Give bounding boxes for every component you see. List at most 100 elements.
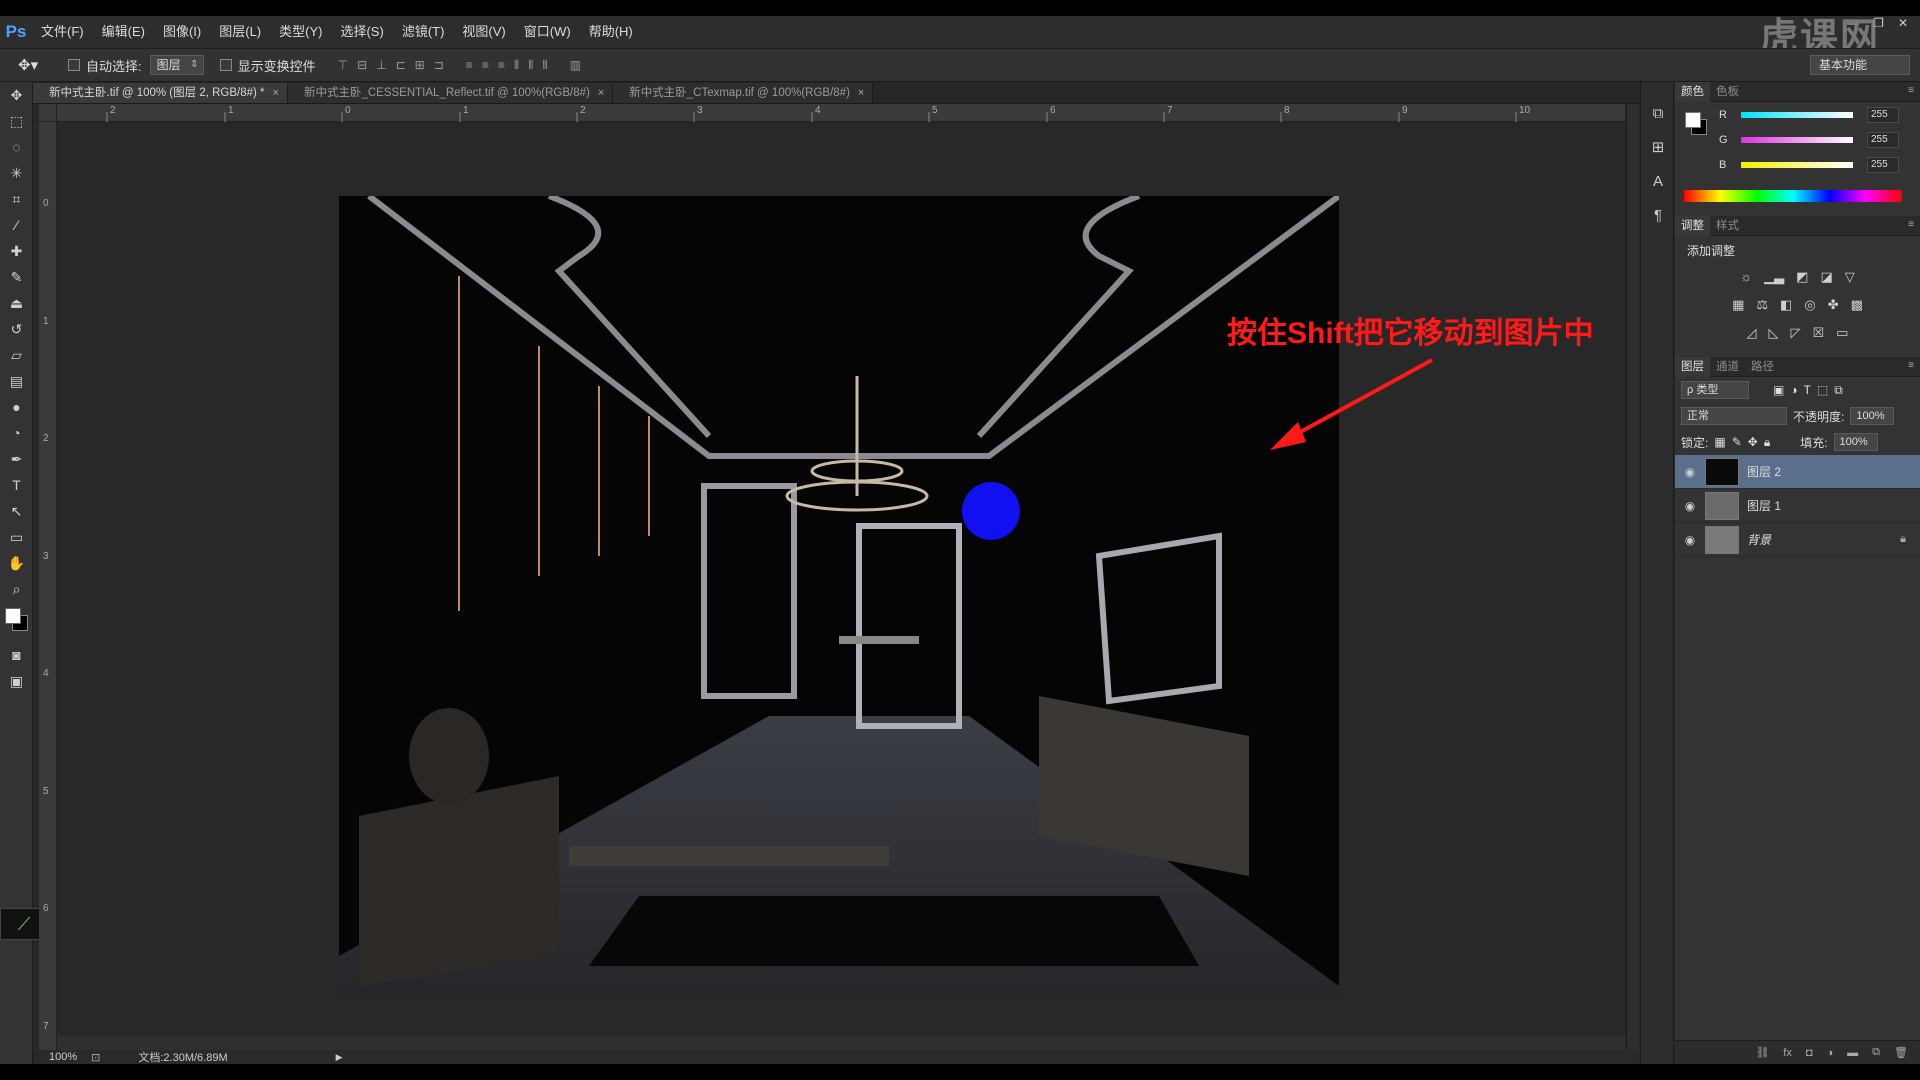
gradient-tool-icon[interactable]: ▤ [0,368,33,394]
close-icon[interactable]: ✕ [1898,16,1908,30]
tab-layers[interactable]: 图层 [1675,356,1710,377]
distribute-vcenter-icon[interactable]: ≡ [482,58,489,73]
eye-icon[interactable]: ◉ [1675,533,1705,547]
color-swatches[interactable] [0,602,33,642]
lock-position-icon[interactable]: ✥ [1748,435,1758,449]
channel-r-value[interactable]: 255 [1867,106,1899,123]
threshold-icon[interactable]: ◸ [1791,325,1801,341]
restore-icon[interactable]: ❐ [1873,16,1884,30]
distribute-bottom-icon[interactable]: ≡ [498,58,505,73]
auto-select-dropdown[interactable]: 图层 [149,55,204,75]
tab-document-texmap[interactable]: 新中式主卧_CTexmap.tif @ 100%(RGB/8#) × [613,83,874,103]
layer-row[interactable]: ◉ 图层 1 [1675,489,1920,523]
filter-pixel-icon[interactable]: ▣ [1773,383,1784,397]
distribute-top-icon[interactable]: ≡ [466,58,473,73]
tab-paths[interactable]: 路径 [1745,357,1780,377]
link-layers-icon[interactable]: ⛓ [1755,1046,1769,1059]
new-layer-icon[interactable]: ⧉ [1872,1046,1880,1059]
status-menu-icon[interactable]: ▶ [336,1052,343,1063]
color-lookup-icon[interactable]: ▩ [1851,297,1863,313]
move-tool-icon[interactable]: ✥ [0,82,33,108]
menu-file[interactable]: 文件(F) [32,16,93,48]
dodge-tool-icon[interactable]: ◔ [0,420,33,446]
gradient-map-icon[interactable]: ▭ [1836,325,1848,341]
exposure-icon[interactable]: ◪ [1820,269,1832,285]
distribute-left-icon[interactable]: ⦀ [514,58,519,73]
eraser-tool-icon[interactable]: ▱ [0,342,33,368]
history-brush-icon[interactable]: ↺ [0,316,33,342]
export-icon[interactable]: ⊡ [91,1051,100,1064]
quick-mask-icon[interactable]: ◙ [0,642,33,668]
eye-icon[interactable]: ◉ [1675,499,1705,513]
tab-color[interactable]: 颜色 [1675,81,1710,102]
menu-edit[interactable]: 编辑(E) [93,16,154,48]
brightness-icon[interactable]: ☼ [1740,269,1752,285]
history-panel-icon[interactable]: ⧉ [1641,96,1675,130]
lock-pixels-icon[interactable]: ✎ [1732,435,1742,449]
properties-panel-icon[interactable]: ⊞ [1641,130,1675,164]
minimize-icon[interactable]: — [1847,16,1859,30]
brush-tool-icon[interactable]: ✎ [0,264,33,290]
marquee-tool-icon[interactable]: ⬚ [0,108,33,134]
filter-adjust-icon[interactable]: ◑ [1790,383,1797,397]
tab-adjustments[interactable]: 调整 [1675,215,1710,236]
vibrance-icon[interactable]: ▽ [1845,269,1855,285]
panel-fg-swatch[interactable] [1685,112,1701,128]
lasso-tool-icon[interactable]: ◌ [0,134,33,160]
type-tool-icon[interactable]: T [0,472,33,498]
align-left-icon[interactable]: ⊏ [396,58,406,72]
tab-styles[interactable]: 样式 [1710,216,1745,236]
opacity-field[interactable]: 100% [1850,407,1895,425]
filter-shape-icon[interactable]: ⬚ [1817,383,1828,397]
fx-icon[interactable]: fx [1783,1047,1792,1059]
panel-menu-icon[interactable]: ≡ [1908,219,1914,230]
menu-window[interactable]: 窗口(W) [515,16,580,48]
channel-g-slider[interactable] [1741,136,1853,143]
tab-document-main[interactable]: 新中式主卧.tif @ 100% (图层 2, RGB/8#) * × [33,83,288,103]
auto-select-checkbox[interactable] [68,59,80,71]
close-icon[interactable]: × [598,83,604,103]
magic-wand-icon[interactable]: ✳ [0,160,33,186]
distribute-hcenter-icon[interactable]: ⦀ [528,58,533,73]
horizontal-scrollbar[interactable] [57,1036,1625,1050]
eye-icon[interactable]: ◉ [1675,465,1705,479]
invert-icon[interactable]: ◿ [1747,325,1757,341]
document-image[interactable] [339,196,1339,999]
paragraph-panel-icon[interactable]: ¶ [1641,198,1675,232]
close-icon[interactable]: × [273,83,279,103]
auto-align-icon[interactable]: ▥ [570,58,581,72]
fill-field[interactable]: 100% [1833,433,1878,451]
tab-swatches[interactable]: 色板 [1710,82,1745,102]
channel-mixer-icon[interactable]: ✤ [1828,297,1839,313]
close-icon[interactable]: × [858,83,864,103]
move-tool-preset-icon[interactable]: ✥▾ [18,56,52,74]
tab-document-reflect[interactable]: 新中式主卧_CESSENTIAL_Reflect.tif @ 100%(RGB/… [287,83,614,103]
channel-g-value[interactable]: 255 [1867,131,1899,148]
path-select-icon[interactable]: ↖ [0,498,33,524]
menu-image[interactable]: 图像(I) [154,16,210,48]
filter-type-icon[interactable]: T [1804,383,1811,397]
layer-row[interactable]: ◉ 背景 🔒︎ [1675,523,1920,557]
lock-all-icon[interactable]: 🔒︎ [1764,435,1770,450]
channel-b-slider[interactable] [1741,161,1853,168]
menu-select[interactable]: 选择(S) [331,16,392,48]
workspace-dropdown[interactable]: 基本功能 [1810,55,1910,75]
menu-view[interactable]: 视图(V) [453,16,514,48]
blend-mode-select[interactable]: 正常 [1681,407,1787,425]
show-transform-checkbox[interactable] [219,59,232,71]
color-balance-icon[interactable]: ⚖ [1756,297,1768,313]
foreground-color-swatch[interactable] [5,608,21,624]
color-spectrum[interactable] [1684,190,1902,202]
filter-smart-icon[interactable]: ⧉ [1834,383,1843,398]
add-mask-icon[interactable]: ◘ [1806,1047,1813,1059]
eyedropper-icon[interactable]: ⁄ [0,212,33,238]
hue-sat-icon[interactable]: ▦ [1732,297,1744,313]
channel-r-slider[interactable] [1741,111,1853,118]
menu-layer[interactable]: 图层(L) [210,16,270,48]
menu-help[interactable]: 帮助(H) [580,16,642,48]
pen-tool-icon[interactable]: ✒ [0,446,33,472]
bw-icon[interactable]: ◧ [1780,297,1792,313]
zoom-tool-icon[interactable]: ⌕ [0,576,33,602]
posterize-icon[interactable]: ◺ [1769,325,1779,341]
align-right-icon[interactable]: ⊐ [434,58,444,72]
